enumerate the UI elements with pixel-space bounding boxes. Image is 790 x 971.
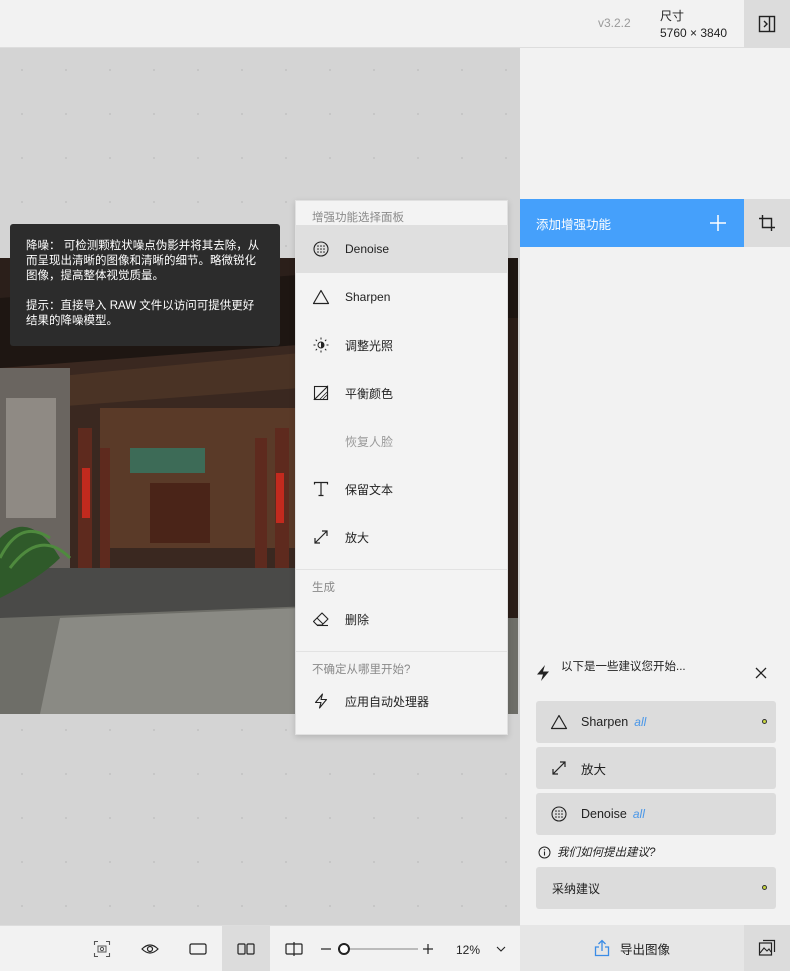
face-icon (312, 432, 330, 450)
menu-item-denoise[interactable]: Denoise (296, 225, 507, 273)
zoom-slider-handle[interactable] (338, 943, 351, 955)
suggestions-title: 以下是一些建议您开始... (561, 661, 686, 673)
denoise-icon (550, 805, 568, 823)
add-enhancement-button[interactable]: 添加增强功能 (520, 199, 744, 247)
menu-item-label: 放大 (345, 530, 370, 545)
panel-toggle-icon (758, 15, 776, 33)
bolt-icon (537, 665, 549, 681)
menu-item-erase[interactable]: 删除 (296, 595, 507, 643)
screenshot-button[interactable] (78, 926, 126, 971)
how-suggestions-link[interactable]: 我们如何提出建议? (538, 844, 655, 860)
eraser-icon (312, 610, 330, 628)
upscale-icon (550, 759, 568, 777)
denoise-tooltip: 降噪： 可检测颗粒状噪点伪影并将其去除，从而呈现出清晰的图像和清晰的细节。略微锐… (10, 224, 280, 346)
suggestion-sharpen[interactable]: Sharpen all (536, 701, 776, 743)
tooltip-description: 降噪： 可检测颗粒状噪点伪影并将其去除，从而呈现出清晰的图像和清晰的细节。略微锐… (26, 240, 260, 282)
plus-icon (710, 215, 726, 231)
export-image-button[interactable]: 导出图像 (520, 925, 744, 971)
single-view-button[interactable] (174, 926, 222, 971)
side-by-side-view-button[interactable] (222, 926, 270, 971)
menu-item-label: 删除 (345, 612, 370, 627)
dimensions-label: 尺寸 (660, 9, 685, 23)
gallery-button[interactable] (744, 925, 790, 971)
top-bar: v3.2.2 尺寸 5760 × 3840 (0, 0, 790, 48)
info-icon (538, 846, 551, 858)
add-enhancement-label: 添加增强功能 (536, 217, 612, 232)
menu-item-light[interactable]: 调整光照 (296, 321, 507, 369)
close-suggestions-button[interactable] (752, 664, 770, 687)
suggestion-all-tag: all (634, 715, 647, 729)
menu-item-label: Sharpen (345, 290, 391, 304)
menu-item-sharpen[interactable]: Sharpen (296, 273, 507, 321)
suggestion-upscale[interactable]: 放大 (536, 747, 776, 789)
accept-suggestions-label: 采纳建议 (552, 881, 601, 896)
menu-header-enhance: 增强功能选择面板 (312, 212, 404, 224)
menu-item-upscale[interactable]: 放大 (296, 513, 507, 561)
app-version: v3.2.2 (598, 16, 631, 30)
text-icon (312, 480, 330, 498)
tooltip-hint: 提示：直接导入 RAW 文件以访问可提供更好结果的降噪模型。 (26, 300, 255, 327)
image-gallery-icon (758, 939, 776, 956)
toggle-panel-button[interactable] (744, 0, 790, 48)
menu-item-label: 应用自动处理器 (345, 694, 430, 709)
bolt-icon (312, 692, 330, 710)
zoom-in-icon[interactable] (423, 944, 433, 954)
menu-item-label: 调整光照 (345, 338, 394, 353)
split-view-button[interactable] (270, 926, 318, 971)
suggestion-all-tag: all (632, 807, 645, 821)
zoom-level[interactable]: 12% (456, 943, 480, 957)
menu-item-label: Denoise (345, 242, 390, 256)
enhancement-menu: 增强功能选择面板 Denoise Sharpen 调整光照 平衡颜色 恢复人脸 … (295, 200, 508, 735)
color-icon (312, 384, 330, 402)
menu-item-text[interactable]: 保留文本 (296, 465, 507, 513)
crop-button[interactable] (744, 199, 790, 247)
menu-divider (296, 569, 507, 570)
single-view-icon (189, 943, 207, 955)
close-icon (755, 667, 767, 679)
status-dot (762, 885, 767, 890)
menu-header-generate: 生成 (312, 582, 335, 594)
menu-item-label: 保留文本 (345, 482, 394, 497)
export-image-label: 导出图像 (619, 942, 670, 957)
crop-icon (759, 215, 775, 231)
upscale-icon (312, 528, 330, 546)
status-dot (762, 719, 767, 724)
denoise-icon (312, 240, 330, 258)
bottom-toolbar: 12% (0, 925, 520, 971)
how-suggestions-label: 我们如何提出建议? (557, 847, 656, 859)
chevron-down-icon[interactable] (496, 946, 506, 952)
preview-toggle-button[interactable] (126, 926, 174, 971)
eye-icon (141, 944, 159, 954)
menu-header-unsure: 不确定从哪里开始? (312, 664, 411, 676)
split-view-icon (285, 942, 303, 956)
menu-divider (296, 651, 507, 652)
suggestion-label: Denoise (581, 807, 627, 821)
suggestion-label: 放大 (581, 762, 607, 777)
sharpen-icon (550, 713, 568, 731)
menu-item-label: 恢复人脸 (345, 434, 394, 449)
sharpen-icon (312, 288, 330, 306)
suggestion-denoise[interactable]: Denoise all (536, 793, 776, 835)
menu-item-face[interactable]: 恢复人脸 (296, 417, 507, 465)
dimensions-value: 5760 × 3840 (660, 26, 728, 40)
menu-item-label: 平衡颜色 (345, 386, 394, 401)
menu-item-autopilot[interactable]: 应用自动处理器 (296, 677, 507, 725)
light-icon (312, 336, 330, 354)
side-by-side-icon (237, 943, 255, 955)
menu-item-color[interactable]: 平衡颜色 (296, 369, 507, 417)
accept-suggestions-button[interactable]: 采纳建议 (536, 867, 776, 909)
camera-focus-icon (93, 940, 111, 958)
zoom-out-icon[interactable] (321, 948, 331, 950)
share-icon (594, 939, 610, 957)
suggestion-label: Sharpen (581, 715, 629, 729)
